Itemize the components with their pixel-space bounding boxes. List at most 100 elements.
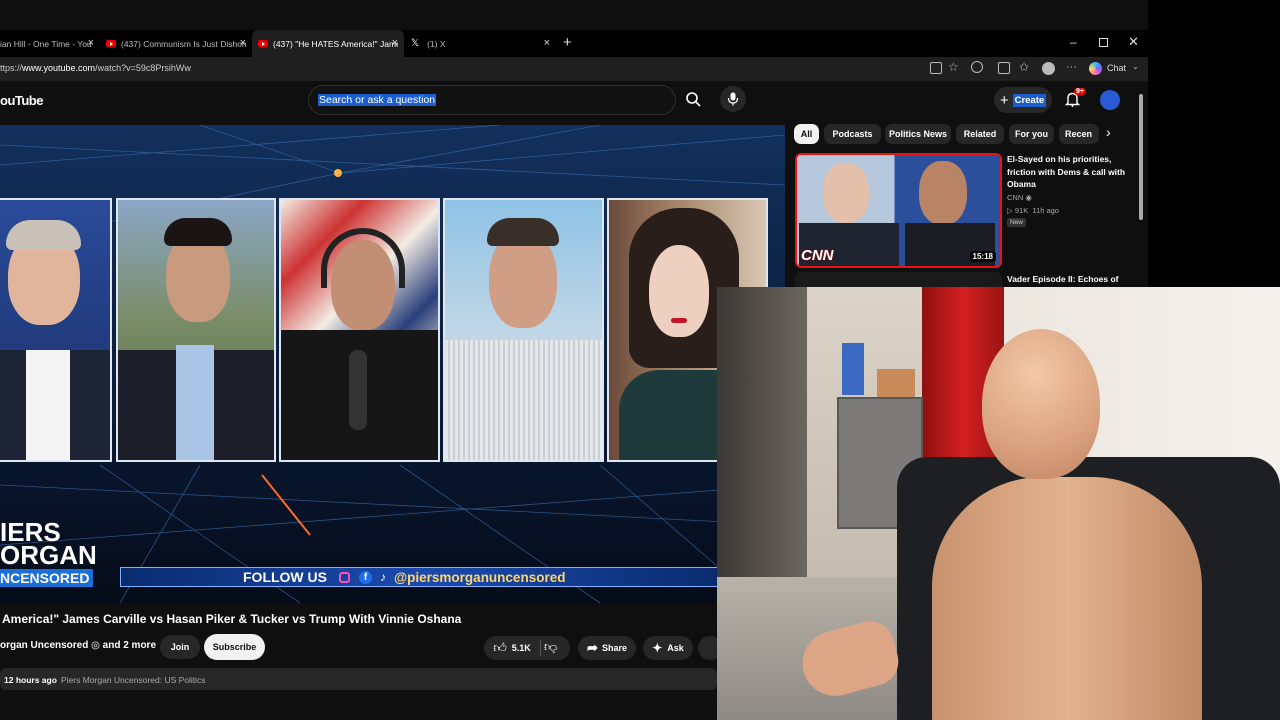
copilot-icon[interactable] xyxy=(1089,62,1102,75)
chevron-down-icon[interactable]: ⌄ xyxy=(1132,62,1139,71)
create-label: Create xyxy=(1012,93,1047,107)
favorites-icon[interactable]: ✩ xyxy=(1019,60,1029,74)
follow-us-label: FOLLOW US xyxy=(243,569,327,585)
channel-name-text: organ Uncensored xyxy=(0,640,89,651)
minimize-button[interactable]: – xyxy=(1070,35,1077,49)
instagram-icon xyxy=(339,571,350,583)
tab-4-label: (1) X xyxy=(427,38,446,49)
shelf-box xyxy=(877,369,915,397)
tiktok-icon: ♪ xyxy=(380,570,386,584)
more-menu-icon[interactable]: ··· xyxy=(1066,61,1077,73)
share-button[interactable]: ➦ Share xyxy=(578,636,636,660)
close-icon[interactable]: × xyxy=(392,37,398,49)
chat-button[interactable]: Chat xyxy=(1107,63,1126,73)
favorite-star-icon[interactable]: ☆ xyxy=(948,60,959,74)
rec-title-1-line3: Obama xyxy=(1007,179,1036,189)
tab-3-label: (437) "He HATES America!" James xyxy=(273,38,398,49)
youtube-header: ouTube Search or ask a question + Create … xyxy=(0,81,1148,125)
scrollbar-thumb[interactable] xyxy=(1139,94,1143,220)
extensions-icon[interactable] xyxy=(971,61,983,73)
tab-bar: ian Hill - One Time - You × (437) Commun… xyxy=(0,30,1148,57)
upload-time: 12 hours ago xyxy=(4,675,57,685)
rec-stats-1: ▷ 91K 11h ago xyxy=(1007,206,1059,215)
notification-badge: 9+ xyxy=(1074,88,1086,95)
chip-podcasts[interactable]: Podcasts xyxy=(824,124,881,144)
youtube-logo[interactable]: ouTube xyxy=(0,93,43,108)
split-screen-icon[interactable] xyxy=(998,62,1010,74)
profile-avatar[interactable] xyxy=(1042,62,1055,75)
tab-2[interactable]: (437) Communism Is Just Dishones × xyxy=(100,30,252,57)
search-placeholder: Search or ask a question xyxy=(318,94,437,106)
person-torso xyxy=(932,477,1202,720)
rec-channel-1[interactable]: CNN ◉ xyxy=(1007,193,1032,202)
close-window-button[interactable]: ✕ xyxy=(1128,34,1139,50)
rec-thumbnail-2[interactable] xyxy=(795,272,1002,288)
description-box[interactable]: 12 hours ago Piers Morgan Uncensored: US… xyxy=(0,668,717,690)
share-label: Share xyxy=(601,643,627,653)
youtube-favicon-icon xyxy=(258,40,268,47)
create-button[interactable]: + Create xyxy=(994,87,1052,113)
chip-politics-news[interactable]: Politics News xyxy=(885,124,951,144)
new-tab-button[interactable]: + xyxy=(563,34,572,51)
voice-search-button[interactable] xyxy=(720,86,746,112)
video-player[interactable]: IERS ORGAN NCENSORED FOLLOW US f ♪ @pier… xyxy=(0,125,785,603)
rec-title-1-line2: friction with Dems & call with xyxy=(1007,166,1126,177)
sparkle-icon: ✦ xyxy=(652,641,663,655)
restore-button[interactable] xyxy=(1099,38,1108,47)
duration-badge: 15:18 xyxy=(969,251,996,262)
video-category: Piers Morgan Uncensored: US Politics xyxy=(61,675,206,685)
thumb-face-2 xyxy=(919,161,967,225)
microphone-icon xyxy=(727,92,739,106)
url-domain: www.youtube.com xyxy=(22,63,96,73)
search-button[interactable] xyxy=(680,86,706,112)
guest-panel-1 xyxy=(0,198,112,462)
thumb-face-1 xyxy=(823,163,869,223)
search-input[interactable]: Search or ask a question xyxy=(308,85,676,115)
chip-related[interactable]: Related xyxy=(956,124,1004,144)
channel-name[interactable]: organ Uncensored ◎ and 2 more xyxy=(0,640,156,651)
rec-title-2[interactable]: Vader Episode II: Echoes of xyxy=(1007,274,1118,284)
like-button[interactable]: 👍︎ 5.1K xyxy=(484,636,540,660)
ask-button[interactable]: ✦ Ask xyxy=(643,636,693,660)
notifications-button[interactable]: 9+ xyxy=(1064,88,1086,112)
rec-channel-name: CNN xyxy=(1007,193,1024,202)
plus-icon: + xyxy=(999,91,1009,109)
close-icon[interactable]: × xyxy=(88,37,94,49)
like-dislike-group: 👍︎ 5.1K 👎︎ xyxy=(484,636,570,660)
rec-thumbnail-1[interactable]: CNN 15:18 xyxy=(795,153,1002,268)
show-logo-line2: ORGAN xyxy=(0,540,97,570)
youtube-favicon-icon xyxy=(106,40,116,47)
guest-panel-4 xyxy=(443,198,604,462)
chevron-right-icon[interactable]: › xyxy=(1106,124,1111,140)
webcam-overlay xyxy=(717,287,1280,720)
rec-views: 91K xyxy=(1014,206,1029,215)
url-prefix: ttps:// xyxy=(0,63,23,73)
close-icon[interactable]: × xyxy=(544,37,550,49)
app-install-icon[interactable] xyxy=(930,62,942,74)
chip-all[interactable]: All xyxy=(794,124,819,144)
tab-3-active[interactable]: (437) "He HATES America!" James × xyxy=(252,30,404,57)
tab-4[interactable]: 𝕏 (1) X × xyxy=(404,30,556,57)
subscribe-button[interactable]: Subscribe xyxy=(204,634,265,660)
join-button[interactable]: Join xyxy=(160,635,200,659)
tab-1-label: ian Hill - One Time - You xyxy=(0,38,92,49)
account-avatar[interactable] xyxy=(1100,90,1120,110)
verified-icon: ◎ xyxy=(91,640,100,651)
facebook-icon: f xyxy=(359,570,372,584)
rec-title-1[interactable]: El-Sayed on his priorities, friction wit… xyxy=(1007,153,1137,191)
collab-more: and 2 more xyxy=(102,640,157,651)
share-arrow-icon: ➦ xyxy=(587,640,598,655)
x-logo-icon: 𝕏 xyxy=(411,38,420,49)
url-field[interactable]: ttps://www.youtube.com/watch?v=59c8Prsih… xyxy=(0,63,191,73)
tab-1[interactable]: ian Hill - One Time - You × xyxy=(0,30,100,57)
guest-panel-2 xyxy=(116,198,276,462)
rec-title-1-line1: El-Sayed on his priorities, xyxy=(1007,154,1112,164)
thumbs-up-icon: 👍︎ xyxy=(493,640,507,655)
chip-for-you[interactable]: For you xyxy=(1009,124,1054,144)
chip-recent[interactable]: Recen xyxy=(1059,124,1099,144)
close-icon[interactable]: × xyxy=(240,37,246,49)
person-head xyxy=(982,329,1100,479)
ask-label: Ask xyxy=(667,643,684,653)
dislike-button[interactable]: 👎︎ xyxy=(544,639,557,655)
verified-icon: ◉ xyxy=(1025,193,1032,202)
